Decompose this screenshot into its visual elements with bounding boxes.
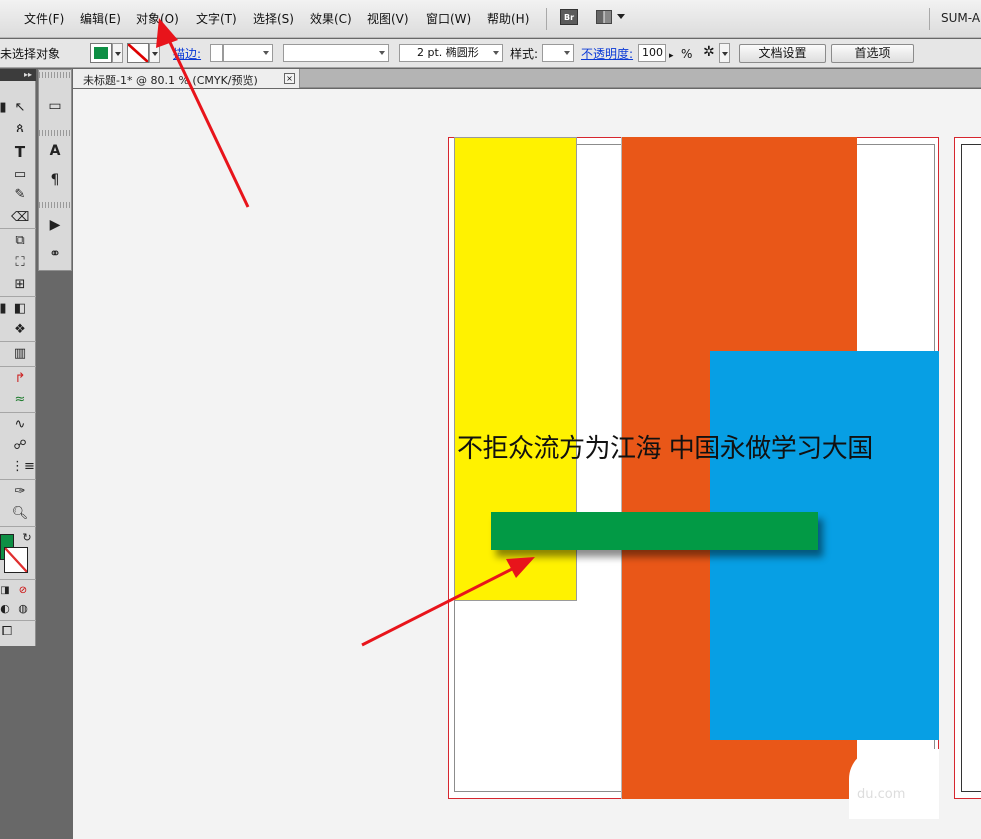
column-graph-tool-icon[interactable]: ⋮≡ xyxy=(11,458,35,476)
screen-mode-icon[interactable]: ⧠ xyxy=(0,623,16,641)
perspective-grid-tool-icon[interactable]: ⊞ xyxy=(11,276,29,294)
stroke-dropdown-arrow[interactable] xyxy=(149,43,160,63)
workspace-title[interactable]: SUM-A xyxy=(941,11,980,25)
menu-select[interactable]: 选择(S) xyxy=(253,12,294,26)
control-bar: 未选择对象 描边: 2 pt. 椭圆形 样式: 不透明度: 100 ▸ % ✲ … xyxy=(0,39,981,68)
arrange-grid-icon xyxy=(596,10,612,24)
document-tab-strip: 未标题-1* @ 80.1 % (CMYK/预览) × xyxy=(73,69,981,88)
dock-grip[interactable] xyxy=(39,72,71,78)
color-mode-icon[interactable]: ◨ xyxy=(0,582,14,600)
warp-tool-icon[interactable]: ≈ xyxy=(11,391,29,409)
stroke-weight-stepper[interactable] xyxy=(210,44,223,62)
menu-effect[interactable]: 效果(C) xyxy=(310,12,352,26)
fill-color-chip xyxy=(94,47,108,59)
arrange-documents-button[interactable] xyxy=(596,10,630,26)
tool-divider xyxy=(0,579,36,580)
lasso-tool-icon[interactable]: ጰ xyxy=(11,120,29,138)
artwork-text[interactable]: 不拒众流方为江海 中国永做学习大国 xyxy=(457,434,873,464)
gradient-tool-icon[interactable]: ◧ xyxy=(11,300,29,318)
opacity-label-link[interactable]: 不透明度: xyxy=(581,47,633,61)
paragraph-panel-icon[interactable]: ¶ xyxy=(46,171,64,189)
tool-divider xyxy=(0,228,36,229)
gradient-panel-icon[interactable]: ▭ xyxy=(46,97,64,115)
swap-colors-icon[interactable]: ↻ xyxy=(18,529,36,547)
tool-divider xyxy=(0,341,36,342)
actions-panel-icon[interactable]: ▶ xyxy=(46,216,64,234)
green-rectangle-with-shadow[interactable] xyxy=(491,512,818,550)
bridge-button[interactable]: Br xyxy=(560,9,578,25)
symbol-tool-icon[interactable]: ☍ xyxy=(11,437,29,455)
preferences-button[interactable]: 首选项 xyxy=(831,44,914,63)
document-setup-button[interactable]: 文档设置 xyxy=(739,44,826,63)
zoom-tool-icon[interactable]: 🔍︎ xyxy=(11,505,29,523)
draw-normal-icon[interactable]: ◐ xyxy=(0,600,14,618)
artboard-canvas[interactable]: 不拒众流方为江海 中国永做学习大国 du.com xyxy=(73,89,981,839)
tools-panel-grip[interactable]: ▸▸ xyxy=(0,69,36,81)
graph-tool-icon[interactable]: ▥ xyxy=(11,345,29,363)
eyedropper-tool-icon[interactable]: ✑ xyxy=(11,483,29,501)
fill-dropdown-arrow[interactable] xyxy=(112,43,123,63)
dock-grip[interactable] xyxy=(39,202,71,208)
tool-divider xyxy=(0,620,36,621)
graphic-style-field[interactable] xyxy=(542,44,574,62)
stroke-weight-field[interactable] xyxy=(223,44,273,62)
slice-tool-icon[interactable]: ↱ xyxy=(11,370,29,388)
tool-divider xyxy=(0,366,36,367)
type-tool-icon[interactable]: T xyxy=(11,143,29,161)
variable-width-field[interactable] xyxy=(283,44,389,62)
tool-divider xyxy=(0,296,36,297)
menu-edit[interactable]: 编辑(E) xyxy=(80,12,121,26)
pencil-tool-icon[interactable]: ✎ xyxy=(11,186,29,204)
document-tab-label: 未标题-1* @ 80.1 % (CMYK/预览) xyxy=(83,74,258,87)
page-boundary xyxy=(961,144,981,792)
recolor-wand-icon[interactable]: ✲ xyxy=(703,45,715,59)
menu-divider xyxy=(929,8,930,30)
menu-window[interactable]: 窗口(W) xyxy=(426,12,471,26)
free-transform-tool-icon[interactable]: ⛶ xyxy=(11,254,29,272)
menu-file[interactable]: 文件(F) xyxy=(24,12,64,26)
menu-type[interactable]: 文字(T) xyxy=(196,12,237,26)
menu-object[interactable]: 对象(O) xyxy=(136,12,179,26)
close-icon[interactable]: × xyxy=(284,73,295,84)
draw-inside-icon[interactable]: ◍ xyxy=(14,600,32,618)
tool-divider xyxy=(0,412,36,413)
opacity-input[interactable]: 100 xyxy=(638,44,666,62)
blend-tool-icon[interactable]: ❖ xyxy=(11,321,29,339)
brush-definition-field[interactable]: 2 pt. 椭圆形 xyxy=(399,44,503,62)
menu-help[interactable]: 帮助(H) xyxy=(487,12,529,26)
direct-selection-tool-icon[interactable]: ↖ xyxy=(11,99,29,117)
dock-grip[interactable] xyxy=(39,130,71,136)
menu-bar: 文件(F) 编辑(E) 对象(O) 文字(T) 选择(S) 效果(C) 视图(V… xyxy=(0,0,981,38)
stroke-color-swatch[interactable] xyxy=(4,547,28,573)
selection-status: 未选择对象 xyxy=(0,47,61,61)
opacity-stepper-icon[interactable]: ▸ xyxy=(669,49,674,63)
watermark-text: du.com xyxy=(857,787,906,802)
style-label: 样式: xyxy=(510,47,539,61)
brush-value: 2 pt. 椭圆形 xyxy=(417,46,479,59)
stroke-swatch-button[interactable] xyxy=(127,43,149,63)
document-tab[interactable]: 未标题-1* @ 80.1 % (CMYK/预览) × xyxy=(73,69,300,88)
none-mode-icon[interactable]: ⊘ xyxy=(14,582,32,600)
eraser-tool-icon[interactable]: ⌫ xyxy=(11,209,29,227)
artboard-2[interactable] xyxy=(954,137,981,799)
menu-divider xyxy=(546,8,547,30)
menu-view[interactable]: 视图(V) xyxy=(367,12,409,26)
links-panel-icon[interactable]: ⚭ xyxy=(46,245,64,263)
collapsed-panel-dock: ▭ A ¶ ▶ ⚭ xyxy=(38,69,72,271)
chevron-down-icon xyxy=(617,14,625,19)
tool-divider xyxy=(0,479,36,480)
tool-divider xyxy=(0,526,36,527)
fill-swatch-button[interactable] xyxy=(90,43,112,63)
opacity-percent: % xyxy=(681,47,693,61)
tools-panel: ▸▸ ▮ ↖ ጰ T ▭ ✎ ⌫ ⧉ ⛶ ⊞ ▮ ◧ ❖ ▥ ↱ ≈ ∿ ☍ ⋮… xyxy=(0,69,36,646)
recolor-dropdown-arrow[interactable] xyxy=(719,43,730,63)
scale-tool-icon[interactable]: ⧉ xyxy=(11,232,29,250)
shaper-tool-icon[interactable]: ∿ xyxy=(11,416,29,434)
watermark-patch xyxy=(849,749,939,819)
rectangle-tool-icon[interactable]: ▭ xyxy=(11,166,29,184)
character-panel-icon[interactable]: A xyxy=(46,142,64,160)
stroke-label-link[interactable]: 描边: xyxy=(173,47,201,61)
